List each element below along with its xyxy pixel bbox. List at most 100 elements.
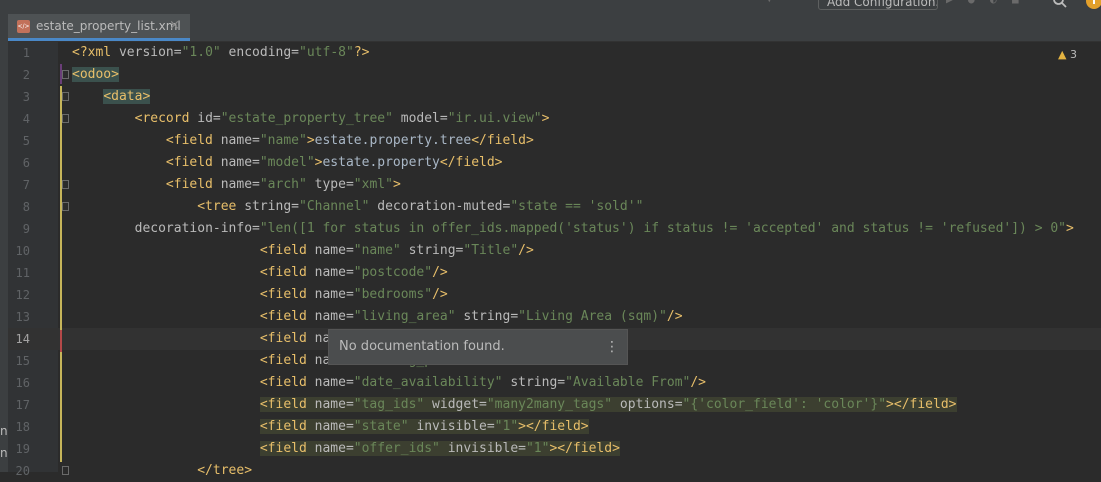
vcs-change-marker[interactable] <box>60 352 62 462</box>
code-text[interactable]: <field name="living_area" string="Living… <box>72 306 683 328</box>
code-line[interactable]: 2 <odoo> <box>8 64 1101 86</box>
code-line[interactable]: 7 <field name="arch" type="xml"> <box>8 174 1101 196</box>
xml-tag-token: </field> <box>471 133 534 148</box>
line-number[interactable]: 9 <box>8 218 30 240</box>
run-configuration-button[interactable]: Add Configuration... <box>818 0 938 10</box>
code-line[interactable]: 12 <field name="bedrooms"/> <box>8 284 1101 306</box>
code-text[interactable]: <field name="bedrooms"/> <box>72 284 448 306</box>
xml-tag-token: <field <box>259 441 315 456</box>
vcs-change-marker[interactable] <box>60 330 62 352</box>
line-number[interactable]: 19 <box>8 438 30 460</box>
search-icon[interactable] <box>1053 0 1067 8</box>
xml-attribute-token: decoration-info= <box>134 221 260 236</box>
code-line[interactable]: 3 <data> <box>8 86 1101 108</box>
code-line[interactable]: 18 <field name="state" invisible="1"></f… <box>8 416 1101 438</box>
line-number[interactable]: 18 <box>8 416 30 438</box>
code-line[interactable]: 4 <record id="estate_property_tree" mode… <box>8 108 1101 130</box>
close-icon[interactable]: × <box>169 18 180 33</box>
code-text[interactable]: <field name="state" invisible="1"></fiel… <box>72 416 589 438</box>
line-number[interactable]: 7 <box>8 174 30 196</box>
code-text[interactable]: <field name="model">estate.property</fie… <box>72 152 503 174</box>
code-line[interactable]: 19 <field name="offer_ids" invisible="1"… <box>8 438 1101 460</box>
code-text[interactable]: <field name=" <box>72 328 362 350</box>
code-line[interactable]: 20 </tree> <box>8 460 1101 482</box>
line-number[interactable]: 2 <box>8 64 30 86</box>
line-number[interactable]: 14 <box>8 328 30 350</box>
code-text[interactable]: </tree> <box>72 460 252 482</box>
xml-tag-token: <field <box>165 133 221 148</box>
code-line[interactable]: 10 <field name="name" string="Title"/> <box>8 240 1101 262</box>
xml-tag-token: ></field> <box>518 419 589 434</box>
line-number[interactable]: 12 <box>8 284 30 306</box>
code-line[interactable]: 8 <tree string="Channel" decoration-mute… <box>8 196 1101 218</box>
fold-marker-icon[interactable] <box>62 70 69 79</box>
line-number[interactable]: 8 <box>8 196 30 218</box>
notification-icon[interactable] <box>1085 0 1101 10</box>
debug-icon[interactable]: ● <box>968 0 980 6</box>
fold-marker-icon[interactable] <box>62 180 69 189</box>
fold-marker-icon[interactable] <box>62 114 69 123</box>
code-line[interactable]: 1 <?xml version="1.0" encoding="utf-8"?> <box>8 42 1101 64</box>
tab-label: estate_property_list.xml <box>36 19 181 33</box>
code-text[interactable]: <?xml version="1.0" encoding="utf-8"?> <box>72 42 369 64</box>
inspection-widget[interactable]: ▲ 3 <box>1058 48 1077 61</box>
code-text[interactable]: <odoo> <box>72 64 119 86</box>
fold-marker-icon[interactable] <box>62 466 69 475</box>
line-number[interactable]: 5 <box>8 130 30 152</box>
fold-marker-icon[interactable] <box>62 202 69 211</box>
fold-marker-icon[interactable] <box>62 92 69 101</box>
xml-attribute-token: invisible= <box>439 441 526 456</box>
line-number[interactable]: 16 <box>8 372 30 394</box>
code-text[interactable]: <field name="postcode"/> <box>72 262 448 284</box>
code-text[interactable]: <field name="name">estate.property.tree<… <box>72 130 534 152</box>
code-text[interactable]: <field name="date_availability" string="… <box>72 372 706 394</box>
code-text[interactable]: <tree string="Channel" decoration-muted=… <box>72 196 643 218</box>
xml-value-token: "estate_property_tree" <box>220 111 393 126</box>
code-line[interactable]: 5 <field name="name">estate.property.tre… <box>8 130 1101 152</box>
line-number[interactable]: 6 <box>8 152 30 174</box>
line-number[interactable]: 17 <box>8 394 30 416</box>
code-line[interactable]: 6 <field name="model">estate.property</f… <box>8 152 1101 174</box>
xml-tag-token: <field <box>165 155 221 170</box>
xml-tag-token: > <box>306 133 315 148</box>
xml-attribute-token: string= <box>455 309 519 324</box>
code-line[interactable]: 9 decoration-info="len([1 for status in … <box>8 218 1101 240</box>
more-options-icon[interactable]: ⋮ <box>605 339 619 355</box>
line-number[interactable]: 20 <box>8 460 30 482</box>
stop-icon[interactable]: ■ <box>1012 0 1024 6</box>
text-token: estate.property.tree <box>314 133 472 148</box>
code-line[interactable]: 13 <field name="living_area" string="Liv… <box>8 306 1101 328</box>
xml-value-token: "ir.ui.view" <box>447 111 542 126</box>
xml-tag-token: > <box>392 177 401 192</box>
code-line[interactable]: 11 <field name="postcode"/> <box>8 262 1101 284</box>
run-icon[interactable]: ▶ <box>946 0 958 6</box>
line-number[interactable]: 3 <box>8 86 30 108</box>
code-text[interactable]: <field name="arch" type="xml"> <box>72 174 401 196</box>
xml-value-token: "state" <box>353 419 409 434</box>
code-text[interactable]: decoration-info="len([1 for status in of… <box>72 218 1074 240</box>
line-number[interactable]: 11 <box>8 262 30 284</box>
coverage-icon[interactable]: ◐ <box>990 0 1002 6</box>
code-text[interactable]: <record id="estate_property_tree" model=… <box>72 108 550 130</box>
line-number[interactable]: 10 <box>8 240 30 262</box>
vcs-change-marker[interactable] <box>60 64 62 84</box>
line-number[interactable]: 4 <box>8 108 30 130</box>
code-line[interactable]: 16 <field name="date_availability" strin… <box>8 372 1101 394</box>
code-text[interactable]: <data> <box>72 86 151 108</box>
line-number[interactable]: 15 <box>8 350 30 372</box>
code-text[interactable]: <field name="offer_ids" invisible="1"></… <box>72 438 620 460</box>
code-line[interactable]: 17 <field name="tag_ids" widget="many2ma… <box>8 394 1101 416</box>
xml-value-token: "model" <box>259 155 315 170</box>
line-number[interactable]: 13 <box>8 306 30 328</box>
code-text[interactable]: <field name="name" string="Title"/> <box>72 240 534 262</box>
xml-attribute-token: widget= <box>424 397 487 412</box>
line-number[interactable]: 1 <box>8 42 30 64</box>
tab-estate-property-list[interactable]: </> estate_property_list.xml × <box>8 14 190 41</box>
toolbar: ▾ Add Configuration... ▶ ● ◐ ■ <box>8 0 1101 14</box>
code-text[interactable]: <field name="tag_ids" widget="many2many_… <box>72 394 957 416</box>
profile-icon[interactable]: ▾ <box>766 0 790 6</box>
